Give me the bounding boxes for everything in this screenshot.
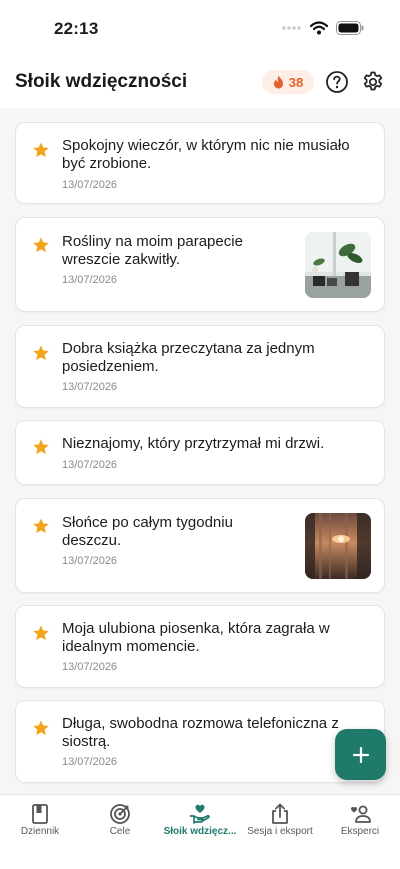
tab-journal[interactable]: Dziennik: [0, 795, 80, 845]
entry-date: 13/07/2026: [62, 179, 118, 191]
page-title: Słoik wdzięczności: [15, 71, 188, 92]
entry-date: 13/07/2026: [62, 756, 118, 768]
entry-text: Nieznajomy, który przytrzymał mi drzwi.: [62, 435, 325, 452]
tab-label: Cele: [109, 826, 131, 837]
entry-text: Słońce po całym tygodniu deszczu.: [62, 514, 233, 549]
signal-icon: [282, 26, 301, 30]
battery-icon: [336, 21, 364, 35]
tab-label: Dziennik: [20, 826, 60, 837]
gear-icon[interactable]: [361, 70, 385, 94]
entry-text: Spokojny wieczór, w którym nic nie musia…: [62, 137, 350, 172]
tab-goals[interactable]: Cele: [80, 795, 160, 845]
bottom-tab-bar: Dziennik Cele Słoik wdzięcz... Sesja i e…: [0, 794, 400, 869]
journal-icon: [32, 804, 48, 824]
tab-label: Słoik wdzięcz...: [163, 826, 237, 837]
star-icon: [33, 439, 49, 455]
gratitude-card[interactable]: Rośliny na moim parapecie wreszcie zakwi…: [15, 217, 385, 312]
entry-text: Moja ulubiona piosenka, która zagrała w …: [62, 620, 330, 655]
add-entry-button[interactable]: [335, 729, 386, 780]
plus-icon: [352, 746, 369, 763]
tab-experts[interactable]: Eksperci: [320, 795, 400, 845]
plants-photo-thumbnail[interactable]: [305, 232, 371, 298]
entry-date: 13/07/2026: [62, 459, 118, 471]
sunset-photo-image: [305, 513, 371, 579]
heart-hand-icon: [189, 804, 210, 824]
target-icon: [110, 804, 130, 824]
gratitude-card[interactable]: Moja ulubiona piosenka, która zagrała w …: [15, 605, 385, 688]
entry-date: 13/07/2026: [62, 381, 118, 393]
gratitude-card[interactable]: Nieznajomy, który przytrzymał mi drzwi. …: [15, 420, 385, 485]
sunset-photo-thumbnail[interactable]: [305, 513, 371, 579]
gratitude-card[interactable]: Słońce po całym tygodniu deszczu. 13/07/…: [15, 498, 385, 593]
star-icon: [33, 237, 49, 253]
experts-icon: [351, 805, 371, 823]
gratitude-card[interactable]: Długa, swobodna rozmowa telefoniczna z s…: [15, 700, 385, 783]
entry-date: 13/07/2026: [62, 555, 118, 567]
app-header: Słoik wdzięczności 38: [0, 58, 400, 108]
gratitude-card[interactable]: Dobra książka przeczytana za jednym posi…: [15, 325, 385, 408]
status-bar: 22:13: [0, 0, 400, 58]
gratitude-list[interactable]: Spokojny wieczór, w którym nic nie musia…: [0, 108, 400, 794]
streak-badge[interactable]: 38: [262, 70, 314, 94]
entry-date: 13/07/2026: [62, 274, 118, 286]
star-icon: [33, 625, 49, 641]
tab-gratitude-jar[interactable]: Słoik wdzięcz...: [160, 795, 240, 845]
tab-label: Sesja i eksport: [247, 826, 313, 837]
tab-label: Eksperci: [340, 826, 380, 837]
streak-count: 38: [288, 74, 304, 90]
gratitude-card[interactable]: Spokojny wieczór, w którym nic nie musia…: [15, 122, 385, 204]
entry-text: Rośliny na moim parapecie wreszcie zakwi…: [62, 233, 243, 268]
flame-icon: [273, 75, 283, 89]
entry-text: Długa, swobodna rozmowa telefoniczna z s…: [62, 715, 339, 750]
status-indicators: [282, 21, 364, 35]
star-icon: [33, 345, 49, 361]
status-time: 22:13: [54, 19, 99, 38]
tab-session-export[interactable]: Sesja i eksport: [240, 795, 320, 845]
wifi-icon: [310, 21, 328, 35]
star-icon: [33, 518, 49, 534]
star-icon: [33, 720, 49, 736]
plants-photo-image: [305, 232, 371, 298]
question-circle-icon[interactable]: [325, 70, 349, 94]
star-icon: [33, 142, 49, 158]
entry-date: 13/07/2026: [62, 661, 118, 673]
share-icon: [272, 803, 288, 824]
entry-text: Dobra książka przeczytana za jednym posi…: [62, 340, 315, 375]
